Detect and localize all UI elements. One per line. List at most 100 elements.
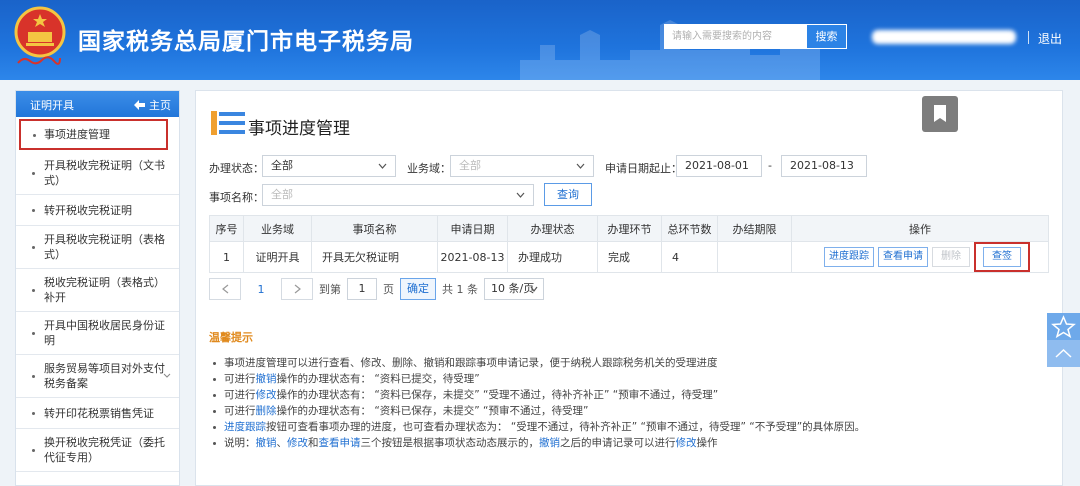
bullet-icon bbox=[32, 246, 35, 249]
main-panel: 事项进度管理 办理状态： 全部 业务域： 全部 申请日期起止： 2021-08-… bbox=[195, 90, 1063, 486]
sidebar-item-progress-management[interactable]: 事项进度管理 bbox=[19, 119, 168, 150]
bookmark-icon[interactable] bbox=[922, 96, 958, 132]
tip-link[interactable]: 撤销 bbox=[256, 437, 277, 449]
chevron-down-icon bbox=[530, 286, 538, 292]
delete-button[interactable]: 删除 bbox=[932, 247, 970, 267]
domain-select[interactable]: 全部 bbox=[450, 155, 594, 177]
tip-link[interactable]: 进度跟踪 bbox=[224, 421, 266, 433]
tip-text: 之后的申请记录可以进行 bbox=[560, 437, 676, 449]
tip-line: 进度跟踪按钮可查看事项办理的进度，也可查看办理状态为： “受理不通过，待补齐补正… bbox=[210, 419, 865, 435]
back-to-top-button[interactable] bbox=[1047, 340, 1080, 367]
bullet-icon bbox=[32, 375, 35, 378]
bullet-icon bbox=[33, 133, 36, 137]
tip-text: 操作的办理状态有： “资料已保存，未提交” “受理不通过，待补齐补正” “预审不… bbox=[276, 389, 719, 401]
date-separator: - bbox=[768, 159, 772, 172]
sidebar-item-label: 转开税收完税证明 bbox=[44, 203, 132, 217]
sidebar-item-label: 事项进度管理 bbox=[44, 128, 110, 141]
sidebar-header: 证明开具 主页 bbox=[16, 91, 179, 117]
domain-label: 业务域： bbox=[407, 162, 451, 175]
tip-line: 可进行删除操作的办理状态有： “资料已保存，未提交” “预审不通过，待受理” bbox=[210, 403, 865, 419]
next-page-icon bbox=[294, 284, 301, 294]
favorite-float-button[interactable] bbox=[1047, 313, 1080, 340]
cell-item: 开具无欠税证明 bbox=[311, 241, 438, 273]
column-header: 办理环节 bbox=[597, 215, 662, 242]
sidebar: 证明开具 主页 事项进度管理 开具税收完税证明（文书式） 转开税收完税证明 开具… bbox=[15, 90, 180, 486]
goto-confirm-button[interactable]: 确定 bbox=[400, 278, 436, 300]
tip-text: 操作 bbox=[696, 437, 718, 449]
tip-link[interactable]: 查看申请 bbox=[319, 437, 361, 449]
item-name-select[interactable]: 全部 bbox=[262, 184, 534, 206]
tip-link[interactable]: 删除 bbox=[256, 405, 277, 417]
sidebar-item-certificate-reissue[interactable]: 税收完税证明（表格式）补开 bbox=[16, 269, 179, 312]
tip-line: 可进行撤销操作的办理状态有： “资料已提交，待受理” bbox=[210, 371, 865, 387]
chevron-down-icon bbox=[163, 373, 171, 378]
sidebar-item-residency-certificate[interactable]: 开具中国税收居民身份证明 bbox=[16, 312, 179, 355]
status-select[interactable]: 全部 bbox=[262, 155, 396, 177]
prev-page-icon bbox=[221, 284, 228, 294]
sidebar-item-transfer-certificate[interactable]: 转开税收完税证明 bbox=[16, 195, 179, 226]
prev-page-button[interactable] bbox=[209, 278, 241, 300]
tip-link[interactable]: 修改 bbox=[676, 437, 697, 449]
date-from-input[interactable]: 2021-08-01 bbox=[676, 155, 762, 177]
bullet-icon bbox=[213, 378, 216, 381]
sign-button[interactable]: 查签 bbox=[983, 247, 1021, 267]
tips-title: 温馨提示 bbox=[209, 331, 253, 344]
sidebar-menu: 事项进度管理 开具税收完税证明（文书式） 转开税收完税证明 开具税收完税证明（表… bbox=[16, 119, 179, 472]
home-link[interactable]: 主页 bbox=[134, 97, 171, 113]
column-header: 办结期限 bbox=[717, 215, 792, 242]
tip-text: 说明： bbox=[224, 437, 256, 449]
tip-link[interactable]: 修改 bbox=[256, 389, 277, 401]
home-arrow-icon bbox=[134, 100, 145, 110]
view-application-button[interactable]: 查看申请 bbox=[878, 247, 928, 267]
tip-link[interactable]: 撤销 bbox=[539, 437, 560, 449]
cell-date: 2021-08-13 bbox=[437, 241, 508, 273]
search-button[interactable]: 搜索 bbox=[806, 24, 847, 49]
tip-text: 操作的办理状态有： “资料已保存，未提交” “预审不通过，待受理” bbox=[276, 405, 589, 417]
track-progress-button[interactable]: 进度跟踪 bbox=[824, 247, 874, 267]
bullet-icon bbox=[32, 172, 35, 175]
goto-prefix: 到第 bbox=[319, 283, 341, 296]
domain-select-value: 全部 bbox=[459, 159, 481, 172]
cell-step: 完成 bbox=[597, 241, 662, 273]
column-header: 操作 bbox=[791, 215, 1049, 242]
sidebar-item-label: 开具中国税收居民身份证明 bbox=[44, 319, 165, 347]
bullet-icon bbox=[32, 449, 35, 452]
emblem-caption bbox=[17, 56, 61, 65]
tip-link[interactable]: 修改 bbox=[287, 437, 308, 449]
sidebar-item-tax-certificate-document[interactable]: 开具税收完税证明（文书式） bbox=[16, 152, 179, 195]
site-header: 国家税务总局厦门市电子税务局 搜索 退出 bbox=[0, 0, 1080, 80]
next-page-button[interactable] bbox=[281, 278, 313, 300]
sidebar-item-stamp-tax-voucher[interactable]: 转开印花税票销售凭证 bbox=[16, 398, 179, 429]
bullet-icon bbox=[32, 289, 35, 292]
sidebar-item-exchange-voucher[interactable]: 换开税收完税凭证（委托代征专用） bbox=[16, 429, 179, 472]
goto-page-input[interactable]: 1 bbox=[347, 278, 377, 300]
date-range-label: 申请日期起止： bbox=[605, 162, 682, 175]
sidebar-title: 证明开具 bbox=[30, 99, 74, 112]
chevron-down-icon bbox=[516, 192, 525, 198]
national-emblem-icon bbox=[14, 6, 66, 58]
username-redacted bbox=[872, 30, 1016, 44]
query-button[interactable]: 查询 bbox=[544, 183, 592, 206]
search-input[interactable] bbox=[664, 24, 806, 49]
bullet-icon bbox=[213, 362, 216, 365]
tip-text: 操作的办理状态有： “资料已提交，待受理” bbox=[276, 373, 480, 385]
star-icon bbox=[1051, 315, 1076, 339]
table-row: 1 证明开具 开具无欠税证明 2021-08-13 办理成功 完成 4 进度跟踪… bbox=[209, 241, 1049, 273]
tip-text: 和 bbox=[308, 437, 319, 449]
page-list-icon bbox=[211, 111, 245, 135]
current-page[interactable]: 1 bbox=[247, 283, 275, 296]
site-title: 国家税务总局厦门市电子税务局 bbox=[78, 29, 414, 55]
column-header: 业务域 bbox=[243, 215, 312, 242]
sidebar-item-tax-certificate-table[interactable]: 开具税收完税证明（表格式） bbox=[16, 226, 179, 269]
tip-link[interactable]: 撤销 bbox=[256, 373, 277, 385]
logout-link[interactable]: 退出 bbox=[1038, 30, 1062, 47]
bullet-icon bbox=[213, 442, 216, 445]
pagination: 1 到第 1 页 确定 共 1 条 10 条/页 bbox=[209, 278, 544, 300]
sidebar-item-outbound-payment-filing[interactable]: 服务贸易等项目对外支付税务备案 bbox=[16, 355, 179, 398]
page-size-select[interactable]: 10 条/页 bbox=[484, 278, 544, 300]
date-to-input[interactable]: 2021-08-13 bbox=[781, 155, 867, 177]
item-name-label: 事项名称： bbox=[209, 191, 264, 204]
cell-deadline bbox=[717, 241, 792, 273]
cell-domain: 证明开具 bbox=[243, 241, 312, 273]
sign-button-highlight[interactable]: 查签 bbox=[974, 242, 1030, 272]
